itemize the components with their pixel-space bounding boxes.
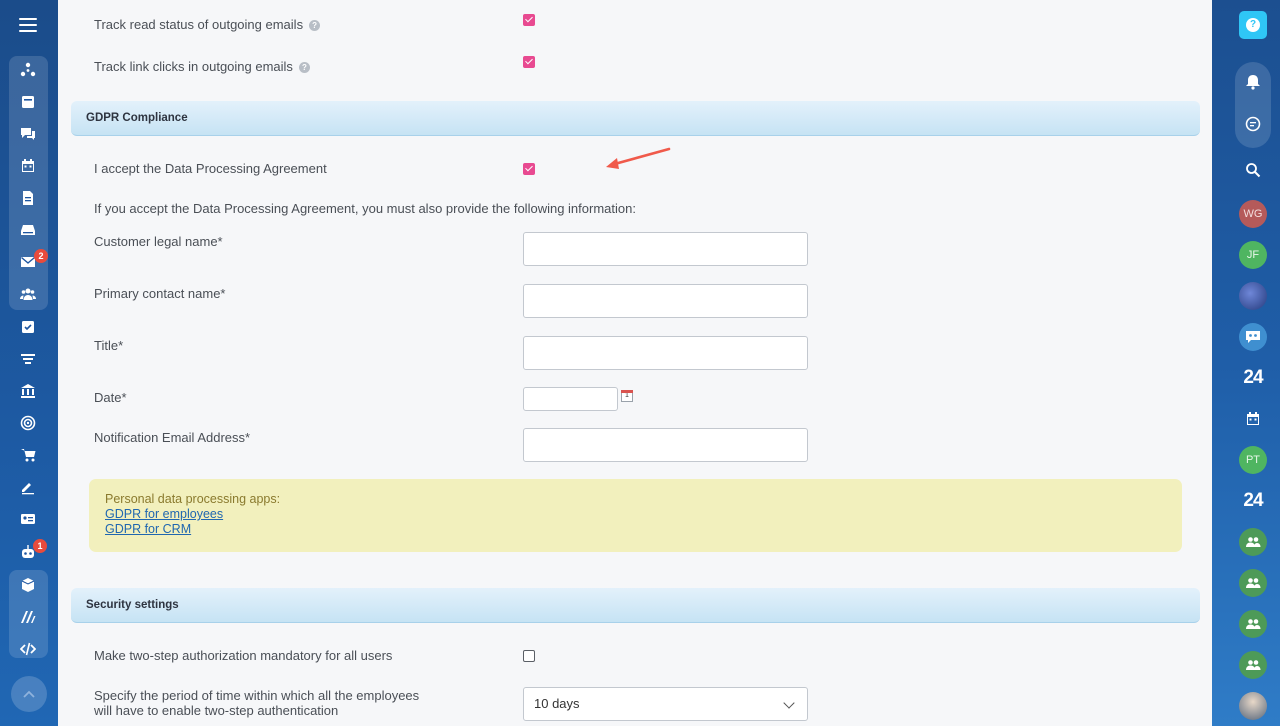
code-icon[interactable] <box>17 638 39 660</box>
signature-icon[interactable] <box>17 476 39 498</box>
calendar-picker-icon[interactable]: 1 <box>621 390 633 402</box>
avatar[interactable]: JF <box>1239 241 1267 269</box>
two-step-period-label-line2: will have to enable two-step authenticat… <box>94 703 339 718</box>
security-section-header: Security settings <box>71 588 1200 623</box>
calendar-icon[interactable] <box>1239 405 1267 433</box>
mail-badge: 2 <box>34 249 48 263</box>
help-icon: ? <box>1246 18 1260 32</box>
calendar-icon[interactable] <box>17 155 39 177</box>
gdpr-apps-note: Personal data processing apps: GDPR for … <box>89 479 1182 552</box>
primary-contact-name-input[interactable] <box>523 284 808 318</box>
track-read-status-checkbox[interactable] <box>523 14 535 26</box>
avatar[interactable] <box>1239 282 1267 310</box>
sitemap-icon[interactable] <box>17 59 39 81</box>
customer-legal-name-input[interactable] <box>523 232 808 266</box>
help-icon[interactable]: ? <box>298 62 310 73</box>
help-icon[interactable]: ? <box>309 20 321 31</box>
messenger-icon[interactable] <box>1239 110 1267 138</box>
group-icon[interactable] <box>1239 528 1267 556</box>
date-input[interactable] <box>523 387 618 411</box>
chevron-down-icon <box>783 697 795 709</box>
tasks-icon[interactable] <box>17 316 39 338</box>
customer-legal-name-label: Customer legal name* <box>94 234 223 249</box>
two-step-mandatory-checkbox[interactable] <box>523 650 535 662</box>
right-sidebar: ? WG JF 24 PT 24 <box>1212 0 1280 726</box>
settings-panel: Track read status of outgoing emails? Tr… <box>58 0 1212 726</box>
two-step-period-select[interactable]: 10 days <box>523 687 808 721</box>
cart-icon[interactable] <box>17 444 39 466</box>
two-step-period-value: 10 days <box>534 696 580 711</box>
track-read-status-row: Track read status of outgoing emails? <box>94 17 321 32</box>
target-icon[interactable] <box>17 412 39 434</box>
bitrix24-icon[interactable]: 24 <box>1239 364 1267 392</box>
group-icon[interactable] <box>1239 651 1267 679</box>
help-button[interactable]: ? <box>1239 11 1267 39</box>
track-link-clicks-row: Track link clicks in outgoing emails? <box>94 59 310 74</box>
gdpr-crm-link[interactable]: GDPR for CRM <box>105 522 1166 537</box>
logo-m-icon[interactable] <box>17 606 39 628</box>
box-icon[interactable] <box>17 574 39 596</box>
notification-email-input[interactable] <box>523 428 808 462</box>
track-link-clicks-checkbox[interactable] <box>523 56 535 68</box>
avatar[interactable]: WG <box>1239 200 1267 228</box>
group-chat-icon[interactable] <box>1239 323 1267 351</box>
accept-dpa-label: I accept the Data Processing Agreement <box>94 161 327 176</box>
primary-contact-name-label: Primary contact name* <box>94 286 226 301</box>
contacts-icon[interactable] <box>17 283 39 305</box>
avatar[interactable] <box>1239 692 1267 720</box>
gdpr-apps-note-title: Personal data processing apps: <box>105 492 281 506</box>
annotation-arrow-icon <box>606 147 671 169</box>
avatar[interactable]: PT <box>1239 446 1267 474</box>
group-icon[interactable] <box>1239 569 1267 597</box>
group-icon[interactable] <box>1239 610 1267 638</box>
chevron-up-icon <box>23 690 35 698</box>
robot-badge: 1 <box>33 539 47 553</box>
date-label: Date* <box>94 390 127 405</box>
chat-icon[interactable] <box>17 123 39 145</box>
document-icon[interactable] <box>17 187 39 209</box>
gdpr-section-header: GDPR Compliance <box>71 101 1200 136</box>
bell-icon[interactable] <box>1239 68 1267 96</box>
id-card-icon[interactable] <box>17 508 39 530</box>
two-step-mandatory-label: Make two-step authorization mandatory fo… <box>94 648 393 663</box>
scroll-up-button[interactable] <box>11 676 47 712</box>
bitrix24-icon[interactable]: 24 <box>1239 487 1267 515</box>
gdpr-employees-link[interactable]: GDPR for employees <box>105 507 1166 522</box>
two-step-period-label-line1: Specify the period of time within which … <box>94 688 420 703</box>
title-input[interactable] <box>523 336 808 370</box>
accept-dpa-checkbox[interactable] <box>523 163 535 175</box>
funnel-icon[interactable] <box>17 348 39 370</box>
track-read-status-label: Track read status of outgoing emails <box>94 17 304 32</box>
track-link-clicks-label: Track link clicks in outgoing emails <box>94 59 293 74</box>
left-sidebar: 2 1 <box>0 0 58 726</box>
dpa-info-text: If you accept the Data Processing Agreem… <box>94 201 636 216</box>
feed-icon[interactable] <box>17 91 39 113</box>
search-icon[interactable] <box>1239 156 1267 184</box>
title-label: Title* <box>94 338 124 353</box>
notification-email-label: Notification Email Address* <box>94 430 251 445</box>
two-step-period-label: Specify the period of time within which … <box>94 688 419 718</box>
bank-icon[interactable] <box>17 380 39 402</box>
drive-icon[interactable] <box>17 219 39 241</box>
menu-icon[interactable] <box>19 18 37 32</box>
